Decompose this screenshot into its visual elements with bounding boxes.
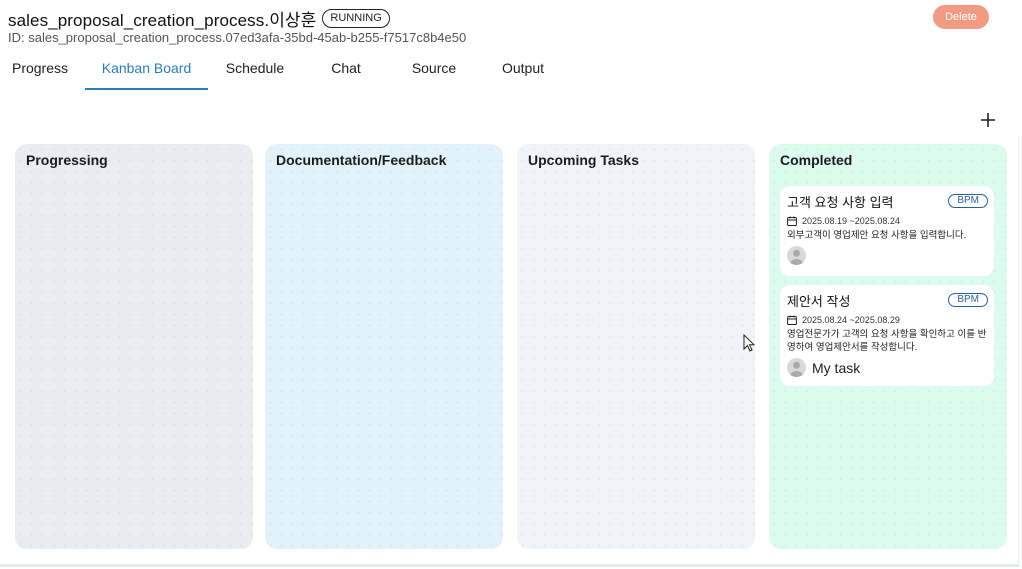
tab-chat[interactable]: Chat <box>302 52 390 90</box>
card-dates-row: 2025.08.19 ~2025.08.24 <box>787 216 988 226</box>
column-title: Documentation/Feedback <box>276 152 447 168</box>
assignee-name: My task <box>812 359 861 376</box>
process-detail-page: sales_proposal_creation_process.이상훈 RUNN… <box>0 0 1022 569</box>
plus-icon <box>981 113 995 127</box>
card-assignee <box>787 246 988 265</box>
column-title: Completed <box>780 152 853 168</box>
avatar <box>787 358 806 377</box>
process-title: sales_proposal_creation_process.이상훈 <box>8 11 317 30</box>
tab-schedule[interactable]: Schedule <box>208 52 302 90</box>
process-header: sales_proposal_creation_process.이상훈 RUNN… <box>8 6 390 31</box>
column-documentation-feedback: Documentation/Feedback <box>265 144 503 549</box>
tab-output[interactable]: Output <box>478 52 568 90</box>
user-icon <box>790 361 803 377</box>
card-dates: 2025.08.24 ~2025.08.29 <box>802 315 900 325</box>
card-description: 외부고객이 영업제안 요청 사항을 입력합니다. <box>787 230 967 241</box>
card-description: 영업전문가가 고객의 요청 사항을 확인하고 이를 반영하여 영업제안서를 작성… <box>787 329 987 353</box>
tab-source[interactable]: Source <box>390 52 478 90</box>
card-assignee: My task <box>787 358 988 377</box>
card-tag: BPM <box>948 293 988 307</box>
card-dates-row: 2025.08.24 ~2025.08.29 <box>787 315 988 325</box>
column-upcoming-tasks: Upcoming Tasks <box>517 144 755 549</box>
kanban-board: Progressing Documentation/Feedback Upcom… <box>0 136 1019 567</box>
card-dates: 2025.08.19 ~2025.08.24 <box>802 216 900 226</box>
task-card[interactable]: 제안서 작성 BPM 2025.08.24 ~2025.08.29 영업전문가가… <box>780 285 994 386</box>
column-title: Progressing <box>26 152 108 168</box>
avatar <box>787 246 806 265</box>
user-icon <box>790 249 803 265</box>
add-button[interactable] <box>976 108 1000 132</box>
tab-progress[interactable]: Progress <box>0 52 80 90</box>
card-tag: BPM <box>948 194 988 208</box>
mouse-cursor-icon <box>743 334 755 352</box>
calendar-icon <box>787 216 797 226</box>
task-card[interactable]: 고객 요청 사항 입력 BPM 2025.08.19 ~2025.08.24 외… <box>780 186 994 276</box>
calendar-icon <box>787 315 797 325</box>
tab-bar: Progress Kanban Board Schedule Chat Sour… <box>0 52 568 90</box>
status-badge: RUNNING <box>322 9 390 28</box>
column-completed: Completed 고객 요청 사항 입력 BPM 2025.08.19 ~20… <box>769 144 1007 549</box>
delete-button[interactable]: Delete <box>933 5 989 29</box>
column-title: Upcoming Tasks <box>528 152 639 168</box>
tab-kanban-board[interactable]: Kanban Board <box>85 52 208 90</box>
column-progressing: Progressing <box>15 144 253 549</box>
process-id: ID: sales_proposal_creation_process.07ed… <box>8 30 467 45</box>
